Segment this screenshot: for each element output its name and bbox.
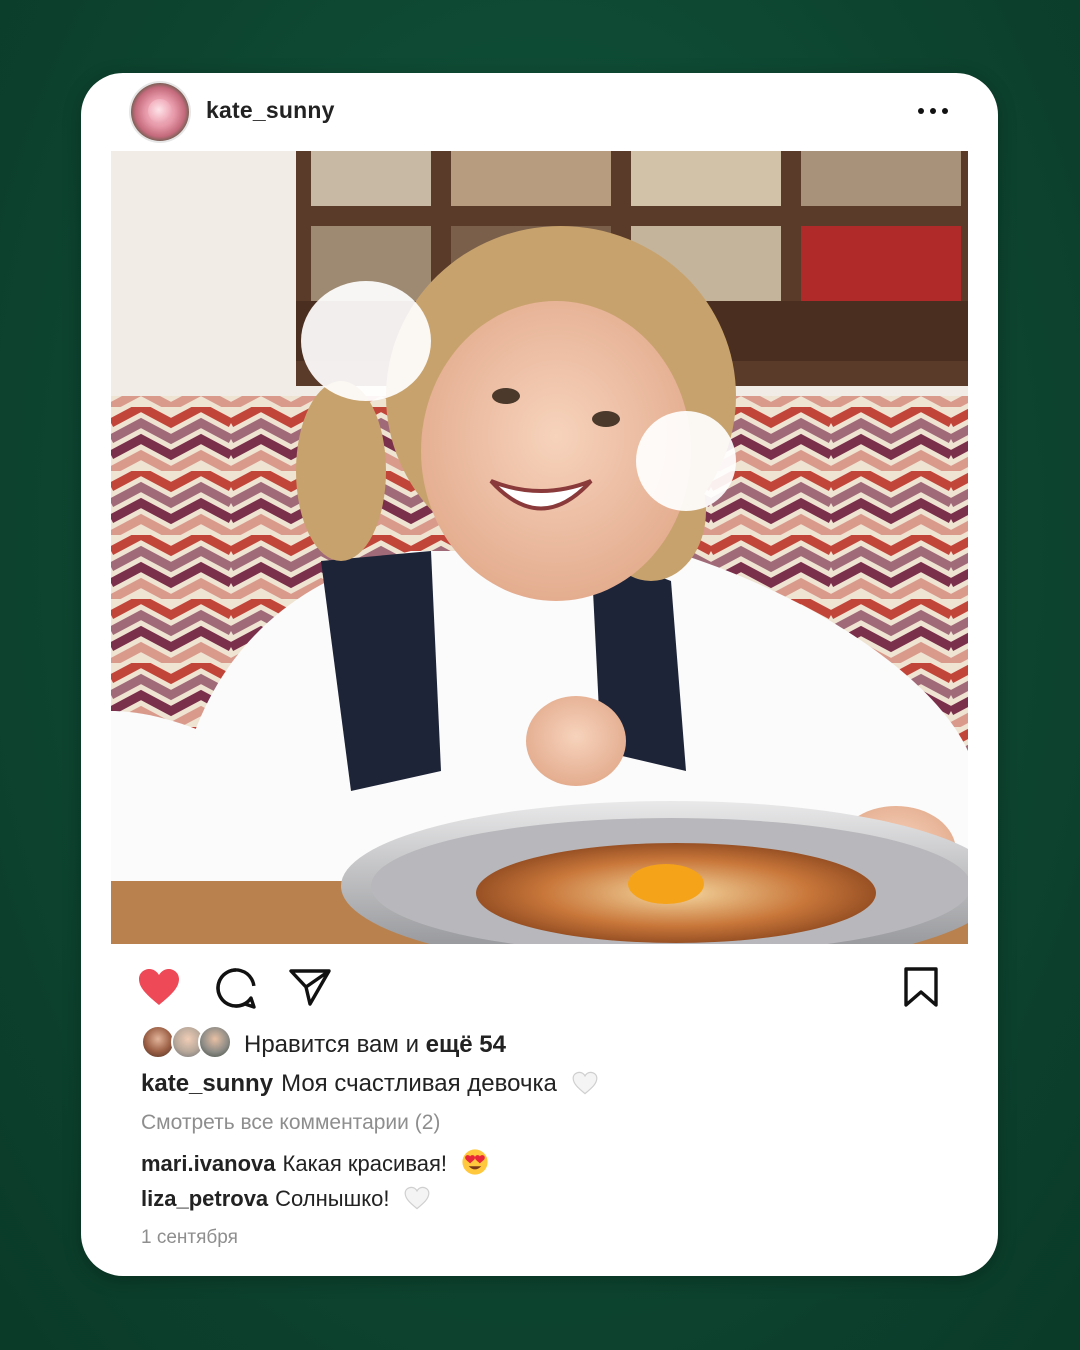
paper-plane-icon[interactable] <box>288 967 332 1012</box>
comment-item: liza_petrova Солнышко! <box>141 1185 430 1212</box>
caption-text: Моя счастливая девочка <box>281 1070 557 1097</box>
white-heart-icon <box>572 1071 597 1095</box>
caption-username[interactable]: kate_sunny <box>141 1070 273 1097</box>
heart-icon[interactable] <box>137 967 181 1012</box>
comment-username[interactable]: mari.ivanova <box>141 1151 276 1176</box>
photo-illustration <box>111 151 968 944</box>
white-heart-icon <box>404 1186 430 1210</box>
post-actions <box>81 953 998 1023</box>
view-all-comments-link[interactable]: Смотреть все комментарии (2) <box>141 1111 440 1135</box>
post-username[interactable]: kate_sunny <box>206 97 335 124</box>
likes-summary[interactable]: Нравится вам и ещё 54 <box>141 1025 941 1061</box>
post-card: kate_sunny Нравится вам и ещё 54 kate_su… <box>81 73 998 1276</box>
post-photo[interactable] <box>111 151 968 944</box>
likes-prefix: Нравится вам и <box>244 1031 419 1058</box>
likes-text: Нравится вам и ещё 54 <box>244 1031 506 1059</box>
comment-text: Солнышко! <box>275 1186 390 1211</box>
profile-avatar[interactable] <box>131 83 189 141</box>
heart-eyes-emoji <box>462 1149 488 1175</box>
bookmark-icon[interactable] <box>903 966 939 1013</box>
liker-avatar <box>198 1025 232 1059</box>
comment-item: mari.ivanova Какая красивая! <box>141 1148 489 1177</box>
liker-avatar <box>141 1025 175 1059</box>
post-header: kate_sunny <box>81 73 998 151</box>
comment-bubble-icon[interactable] <box>214 966 258 1015</box>
comment-text: Какая красивая! <box>282 1151 448 1176</box>
likes-count[interactable]: ещё 54 <box>426 1031 506 1058</box>
more-dots-icon[interactable] <box>918 99 948 123</box>
post-caption: kate_sunny Моя счастливая девочка <box>141 1070 598 1098</box>
post-date: 1 сентября <box>141 1227 238 1248</box>
comment-username[interactable]: liza_petrova <box>141 1186 268 1211</box>
